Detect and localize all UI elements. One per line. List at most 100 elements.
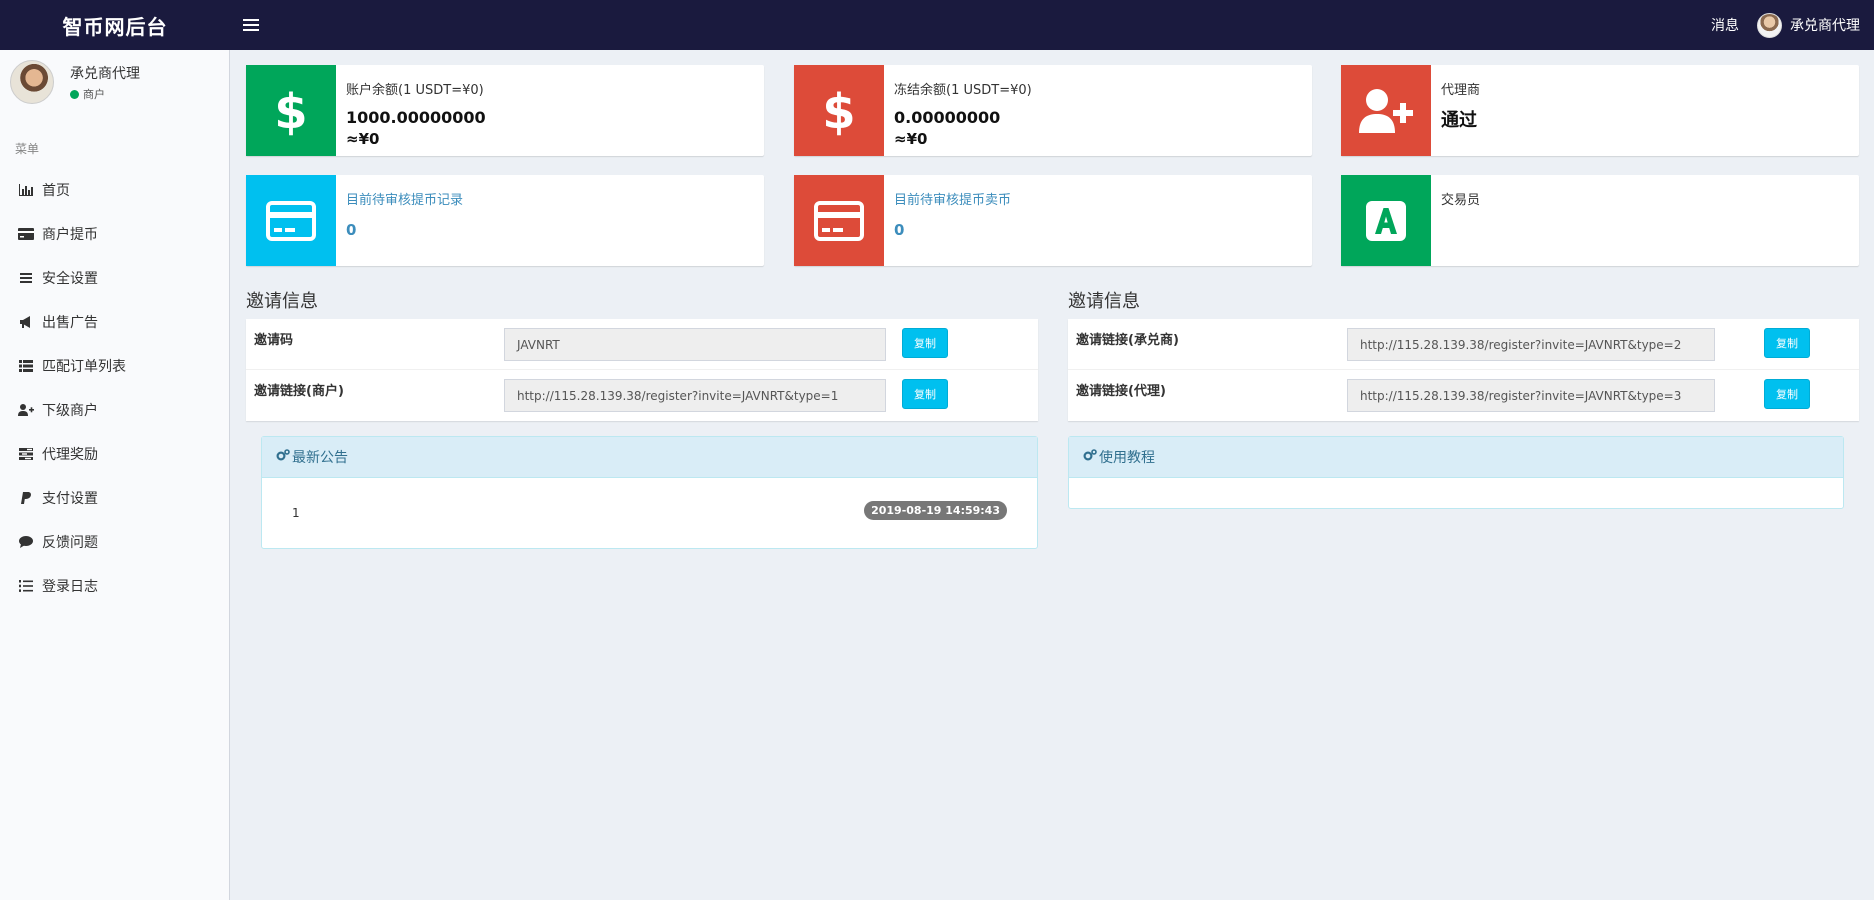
panel-heading: 最新公告 bbox=[262, 437, 1037, 478]
copy-button[interactable]: 复制 bbox=[1764, 379, 1810, 409]
copy-button[interactable]: 复制 bbox=[1764, 328, 1810, 358]
agent-status-box: 代理商 通过 bbox=[1341, 65, 1859, 156]
invite-row: 邀请码 JAVNRT 复制 bbox=[246, 319, 1038, 370]
info-box-value: 通过 bbox=[1441, 110, 1477, 131]
invite-label: 邀请链接(承兑商) bbox=[1076, 333, 1179, 348]
invite-link-field[interactable]: http://115.28.139.38/register?invite=JAV… bbox=[504, 379, 886, 412]
sidebar-item-label: 首页 bbox=[42, 183, 70, 199]
user-menu[interactable]: 承兑商代理 bbox=[1757, 12, 1860, 38]
invite-section-title: 邀请信息 bbox=[246, 291, 318, 312]
font-a-icon bbox=[1341, 175, 1431, 266]
invite-row: 邀请链接(商户) http://115.28.139.38/register?i… bbox=[246, 370, 1038, 421]
info-box-value: 0 bbox=[346, 221, 357, 239]
invite-row: 邀请链接(代理) http://115.28.139.38/register?i… bbox=[1068, 370, 1859, 421]
invite-section-title: 邀请信息 bbox=[1068, 291, 1140, 312]
notice-item[interactable]: 1 bbox=[292, 506, 300, 520]
user-name: 承兑商代理 bbox=[1790, 18, 1860, 34]
sidebar-item-home[interactable]: 首页 bbox=[0, 168, 229, 212]
invite-label: 邀请码 bbox=[254, 333, 294, 348]
info-box-label: 冻结余额(1 USDT=¥0) bbox=[894, 83, 1032, 98]
frozen-balance-box: $ 冻结余额(1 USDT=¥0) 0.00000000 ≈¥0 bbox=[794, 65, 1312, 156]
info-box-label: 代理商 bbox=[1441, 83, 1481, 98]
user-role: 商户 bbox=[83, 88, 105, 101]
dollar-icon: $ bbox=[794, 65, 884, 156]
sidebar-item-payment-settings[interactable]: 支付设置 bbox=[0, 476, 229, 520]
info-box-label: 账户余额(1 USDT=¥0) bbox=[346, 83, 484, 98]
copy-button[interactable]: 复制 bbox=[902, 328, 948, 358]
sidebar-item-label: 代理奖励 bbox=[42, 447, 98, 463]
sidebar: 承兑商代理 商户 菜单 首页 商户提币 安全设置 出售广告 匹配订单列表 下级商… bbox=[0, 50, 230, 900]
user-panel-name: 承兑商代理 bbox=[70, 66, 140, 82]
notice-panel: 最新公告 1 2019-08-19 14:59:43 bbox=[261, 436, 1038, 549]
user-plus-icon bbox=[18, 403, 34, 417]
sidebar-item-feedback[interactable]: 反馈问题 bbox=[0, 520, 229, 564]
gears-icon bbox=[1083, 449, 1097, 465]
info-box-label: 目前待审核提币卖币 bbox=[894, 193, 1012, 208]
sidebar-item-label: 反馈问题 bbox=[42, 535, 98, 551]
sidebar-item-label: 匹配订单列表 bbox=[42, 359, 126, 375]
brand-logo[interactable]: 智币网后台 bbox=[0, 0, 230, 50]
info-box-sub: ≈¥0 bbox=[894, 130, 928, 148]
info-box-sub: ≈¥0 bbox=[346, 130, 380, 148]
sidebar-toggle-icon[interactable] bbox=[243, 15, 259, 35]
credit-card-icon bbox=[18, 227, 34, 241]
user-panel: 承兑商代理 商户 bbox=[10, 60, 220, 110]
invite-code-field[interactable]: JAVNRT bbox=[504, 328, 886, 361]
sidebar-item-label: 安全设置 bbox=[42, 271, 98, 287]
sidebar-item-security[interactable]: 安全设置 bbox=[0, 256, 229, 300]
sidebar-item-withdraw[interactable]: 商户提币 bbox=[0, 212, 229, 256]
notice-time-badge: 2019-08-19 14:59:43 bbox=[864, 501, 1007, 520]
info-box-value: 1000.00000000 bbox=[346, 108, 486, 127]
comment-icon bbox=[18, 535, 34, 549]
paypal-icon bbox=[18, 491, 34, 505]
sidebar-item-agent-reward[interactable]: 代理奖励 bbox=[0, 432, 229, 476]
invite-table-left: 邀请码 JAVNRT 复制 邀请链接(商户) http://115.28.139… bbox=[246, 319, 1038, 421]
user-plus-icon bbox=[1341, 65, 1431, 156]
info-box-value: 0 bbox=[894, 221, 905, 239]
panel-heading: 使用教程 bbox=[1069, 437, 1843, 478]
sidebar-item-sell-ads[interactable]: 出售广告 bbox=[0, 300, 229, 344]
online-dot-icon bbox=[70, 89, 79, 99]
invite-link-field[interactable]: http://115.28.139.38/register?invite=JAV… bbox=[1347, 379, 1715, 412]
trader-box: 交易员 bbox=[1341, 175, 1859, 266]
sidebar-item-label: 登录日志 bbox=[42, 579, 98, 595]
sidebar-item-sub-merchants[interactable]: 下级商户 bbox=[0, 388, 229, 432]
invite-label: 邀请链接(商户) bbox=[254, 384, 344, 399]
credit-card-icon bbox=[794, 175, 884, 266]
info-box-label: 交易员 bbox=[1441, 193, 1481, 208]
sidebar-item-orders[interactable]: 匹配订单列表 bbox=[0, 344, 229, 388]
invite-label: 邀请链接(代理) bbox=[1076, 384, 1166, 399]
info-box-value: 0.00000000 bbox=[894, 108, 1001, 127]
sidebar-item-label: 下级商户 bbox=[42, 403, 98, 419]
invite-table-right: 邀请链接(承兑商) http://115.28.139.38/register?… bbox=[1068, 319, 1859, 421]
credit-card-icon bbox=[246, 175, 336, 266]
sidebar-item-label: 商户提币 bbox=[42, 227, 98, 243]
account-balance-box: $ 账户余额(1 USDT=¥0) 1000.00000000 ≈¥0 bbox=[246, 65, 764, 156]
panel-title: 最新公告 bbox=[292, 450, 348, 466]
sidebar-item-login-log[interactable]: 登录日志 bbox=[0, 564, 229, 608]
bullhorn-icon bbox=[18, 315, 34, 329]
th-list-icon bbox=[18, 359, 34, 373]
pending-withdraw-sell-box: 目前待审核提币卖币 0 bbox=[794, 175, 1312, 266]
avatar bbox=[10, 60, 54, 104]
list-ol-icon bbox=[18, 579, 34, 593]
copy-button[interactable]: 复制 bbox=[902, 379, 948, 409]
list-icon bbox=[18, 271, 34, 285]
messages-link[interactable]: 消息 bbox=[1711, 15, 1739, 35]
panel-body bbox=[1069, 478, 1843, 508]
menu-header: 菜单 bbox=[15, 142, 40, 156]
tasks-icon bbox=[18, 447, 34, 461]
sidebar-item-label: 出售广告 bbox=[42, 315, 98, 331]
sidebar-item-label: 支付设置 bbox=[42, 491, 98, 507]
invite-row: 邀请链接(承兑商) http://115.28.139.38/register?… bbox=[1068, 319, 1859, 370]
info-box-label: 目前待审核提币记录 bbox=[346, 193, 464, 208]
invite-link-field[interactable]: http://115.28.139.38/register?invite=JAV… bbox=[1347, 328, 1715, 361]
svg-text:$: $ bbox=[276, 86, 306, 136]
tutorial-panel: 使用教程 bbox=[1068, 436, 1844, 509]
avatar bbox=[1757, 12, 1782, 38]
pending-withdraw-records-box: 目前待审核提币记录 0 bbox=[246, 175, 764, 266]
dollar-icon: $ bbox=[246, 65, 336, 156]
top-navbar: 智币网后台 消息 承兑商代理 bbox=[0, 0, 1874, 50]
panel-title: 使用教程 bbox=[1099, 450, 1155, 466]
user-panel-status: 商户 bbox=[70, 86, 105, 102]
